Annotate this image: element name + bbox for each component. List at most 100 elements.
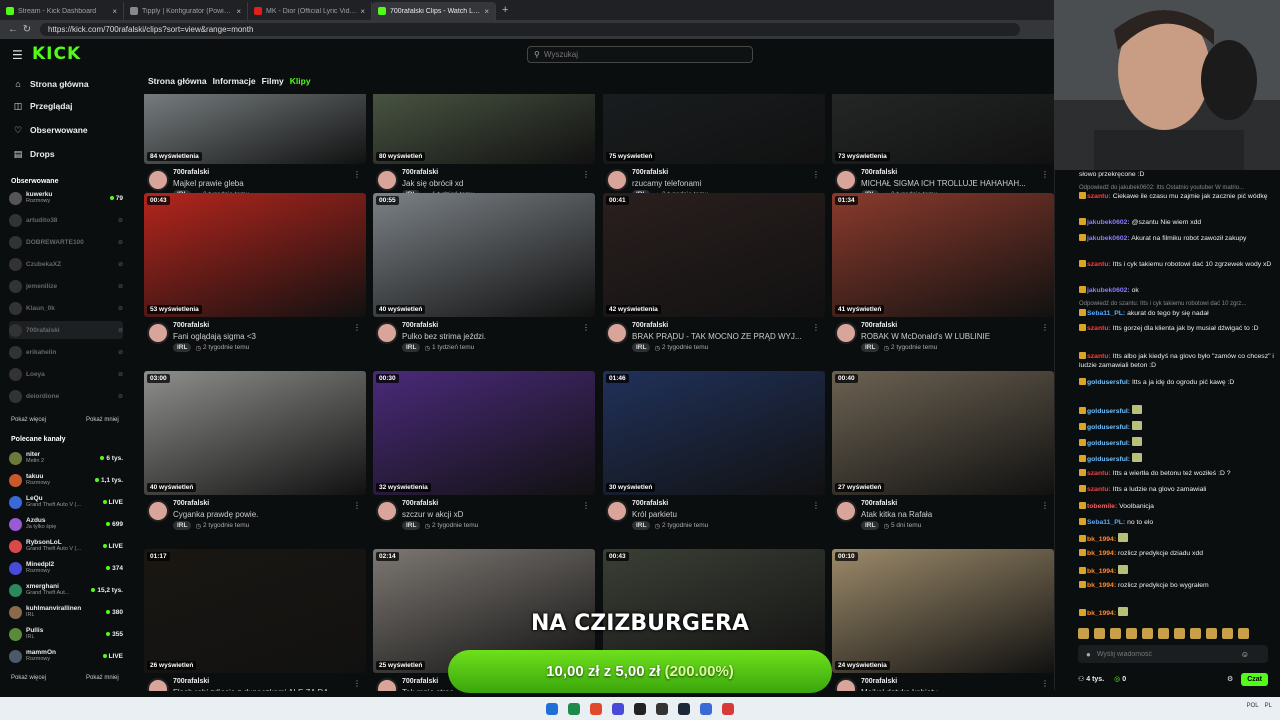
category-tag[interactable]: IRL [173, 521, 192, 530]
followed-channel[interactable]: erikahelin ⊘ [9, 343, 123, 361]
browser-tab[interactable]: MK - Dior (Official Lyric Video) ft...× [248, 2, 372, 20]
channel-avatar[interactable] [376, 678, 398, 691]
more-options-icon[interactable]: ⋮ [1041, 170, 1049, 179]
emote-icon[interactable] [1126, 628, 1137, 639]
browser-tab[interactable]: Tipply | Konfigurator (Powiadomi...× [124, 2, 248, 20]
sidebar-nav-item[interactable]: ♡ Obserwowane [12, 123, 88, 137]
emote-icon[interactable] [1174, 628, 1185, 639]
chat-username[interactable]: bk_1994: [1087, 610, 1116, 617]
subnav-tab[interactable]: Strona główna [148, 76, 207, 86]
emote-icon[interactable] [1110, 628, 1121, 639]
more-options-icon[interactable]: ⋮ [582, 323, 590, 332]
recommended-channel[interactable]: RybsonLoL Grand Theft Auto V (... LIVE [9, 537, 123, 555]
chat-username[interactable]: szantu: [1087, 325, 1111, 332]
chat-username[interactable]: goldusersful: [1087, 424, 1130, 431]
chat-username[interactable]: goldusersful: [1087, 408, 1130, 415]
channel-avatar[interactable] [606, 322, 628, 344]
recommended-channel[interactable]: xmerghani Grand Theft Aut... 15,2 tys. [9, 581, 123, 599]
clip-title[interactable]: Majkel dotyka kobiety [861, 688, 1041, 691]
chat-settings-icon[interactable]: ⚙ [1227, 675, 1233, 683]
chat-send-button[interactable]: Czat [1241, 672, 1268, 686]
more-options-icon[interactable]: ⋮ [353, 501, 361, 510]
recommended-channel[interactable]: kuhlmanvirallinen IRL 380 [9, 603, 123, 621]
clip-title[interactable]: rzucamy telefonami [632, 179, 812, 188]
clip-thumbnail[interactable]: 00:10 24 wyświetlenia [832, 549, 1054, 673]
channel-avatar[interactable] [376, 169, 398, 191]
clip-title[interactable]: Atak kitka na Rafała [861, 510, 1041, 519]
chat-input-box[interactable]: ● ☺ [1078, 645, 1268, 663]
tray-item[interactable]: PL [1265, 703, 1272, 709]
sidebar-nav-item[interactable]: ◫ Przeglądaj [12, 99, 73, 113]
clip-channel[interactable]: 700rafalski [402, 322, 438, 329]
more-options-icon[interactable]: ⋮ [353, 679, 361, 688]
clip-thumbnail[interactable]: 01:34 41 wyświetleń [832, 193, 1054, 317]
channel-avatar[interactable] [376, 500, 398, 522]
chat-username[interactable]: goldusersful: [1087, 456, 1130, 463]
tray-item[interactable]: POL [1247, 703, 1259, 709]
emoji-picker-icon[interactable]: ☺ [1241, 650, 1249, 659]
more-options-icon[interactable]: ⋮ [1041, 679, 1049, 688]
clip-channel[interactable]: 700rafalski [173, 500, 209, 507]
followed-channel[interactable]: DOBREWARTE100 ⊘ [9, 233, 123, 251]
followed-channel[interactable]: deiordione ⊘ [9, 387, 123, 405]
chat-username[interactable]: goldusersful: [1087, 440, 1130, 447]
clip-thumbnail[interactable]: 00:43 53 wyświetlenia [144, 193, 366, 317]
taskbar-app-icon[interactable] [656, 702, 668, 715]
menu-icon[interactable]: ☰ [12, 48, 23, 62]
search-box[interactable]: ⚲ [527, 46, 753, 63]
clip-card[interactable]: 01:34 41 wyświetleń 700rafalski ROBAK W McD… [832, 193, 1054, 369]
clip-card[interactable]: 00:40 27 wyświetleń 700rafalski Atak kitka … [832, 371, 1054, 547]
clip-channel[interactable]: 700rafalski [173, 322, 209, 329]
emote-icon[interactable] [1222, 628, 1233, 639]
clip-title[interactable]: Król parkietu [632, 510, 812, 519]
chat-username[interactable]: szantu: [1087, 193, 1111, 200]
clip-thumbnail[interactable]: 03:00 40 wyświetleń [144, 371, 366, 495]
chat-username[interactable]: szantu: [1087, 486, 1111, 493]
clip-channel[interactable]: 700rafalski [173, 169, 209, 176]
clip-thumbnail[interactable]: 01:17 26 wyświetleń [144, 549, 366, 673]
chat-username[interactable]: Seba11_PL: [1087, 519, 1125, 526]
followed-channel[interactable]: Loeya ⊘ [9, 365, 123, 383]
clip-card[interactable]: 00:30 32 wyświetlenia 700rafalski szczur w … [373, 371, 595, 547]
chat-username[interactable]: bk_1994: [1087, 582, 1116, 589]
clip-card[interactable]: 01:46 30 wyświetleń 700rafalski Król parkie… [603, 371, 825, 547]
show-more-recommended[interactable]: Pokaż więcej [11, 675, 46, 681]
clip-thumbnail[interactable]: 01:46 30 wyświetleń [603, 371, 825, 495]
clip-channel[interactable]: 700rafalski [861, 322, 897, 329]
chat-username[interactable]: szantu: [1087, 353, 1111, 360]
taskbar-app-icon[interactable] [722, 702, 734, 715]
channel-avatar[interactable] [606, 500, 628, 522]
clip-thumbnail[interactable]: 00:30 32 wyświetlenia [373, 371, 595, 495]
emote-icon[interactable] [1190, 628, 1201, 639]
clip-card[interactable]: 03:00 40 wyświetleń 700rafalski Cyganka pra… [144, 371, 366, 547]
channel-avatar[interactable] [835, 678, 857, 691]
channel-avatar[interactable] [835, 322, 857, 344]
chat-username[interactable]: szantu: [1087, 261, 1111, 268]
taskbar-app-icon[interactable] [634, 702, 646, 715]
tab-close-icon[interactable]: × [360, 7, 365, 16]
kick-logo[interactable]: KICK [32, 44, 81, 64]
taskbar-app-icon[interactable] [590, 702, 602, 715]
reload-icon[interactable]: ↻ [20, 24, 34, 35]
emote-icon[interactable] [1206, 628, 1217, 639]
clip-thumbnail[interactable]: 00:40 27 wyświetleń [832, 371, 1054, 495]
recommended-channel[interactable]: LeQu Grand Theft Auto V (... LIVE [9, 493, 123, 511]
channel-avatar[interactable] [835, 169, 857, 191]
taskbar-app-icon[interactable] [678, 702, 690, 715]
search-input[interactable] [543, 50, 734, 59]
clip-thumbnail[interactable]: 80 wyświetleń [373, 94, 595, 164]
tab-close-icon[interactable]: × [236, 7, 241, 16]
recommended-channel[interactable]: takuu Rozmowy 1,1 tys. [9, 471, 123, 489]
chat-message-input[interactable] [1096, 650, 1237, 658]
channel-avatar[interactable] [835, 500, 857, 522]
clip-title[interactable]: szczur w akcji xD [402, 510, 582, 519]
chat-username[interactable]: szantu: [1087, 470, 1111, 477]
followed-channel[interactable]: CzubekaXZ ⊘ [9, 255, 123, 273]
clip-thumbnail[interactable]: 00:55 40 wyświetleń [373, 193, 595, 317]
recommended-channel[interactable]: Minedpl2 Rozmowy 374 [9, 559, 123, 577]
recommended-channel[interactable]: Pullis IRL 355 [9, 625, 123, 643]
clip-title[interactable]: Flash robi zdjęcie z dupeczkami ALE ZA D… [173, 688, 353, 691]
more-options-icon[interactable]: ⋮ [582, 170, 590, 179]
chat-username[interactable]: jakubek0602: [1087, 235, 1130, 242]
taskbar-app-icon[interactable] [546, 702, 558, 715]
